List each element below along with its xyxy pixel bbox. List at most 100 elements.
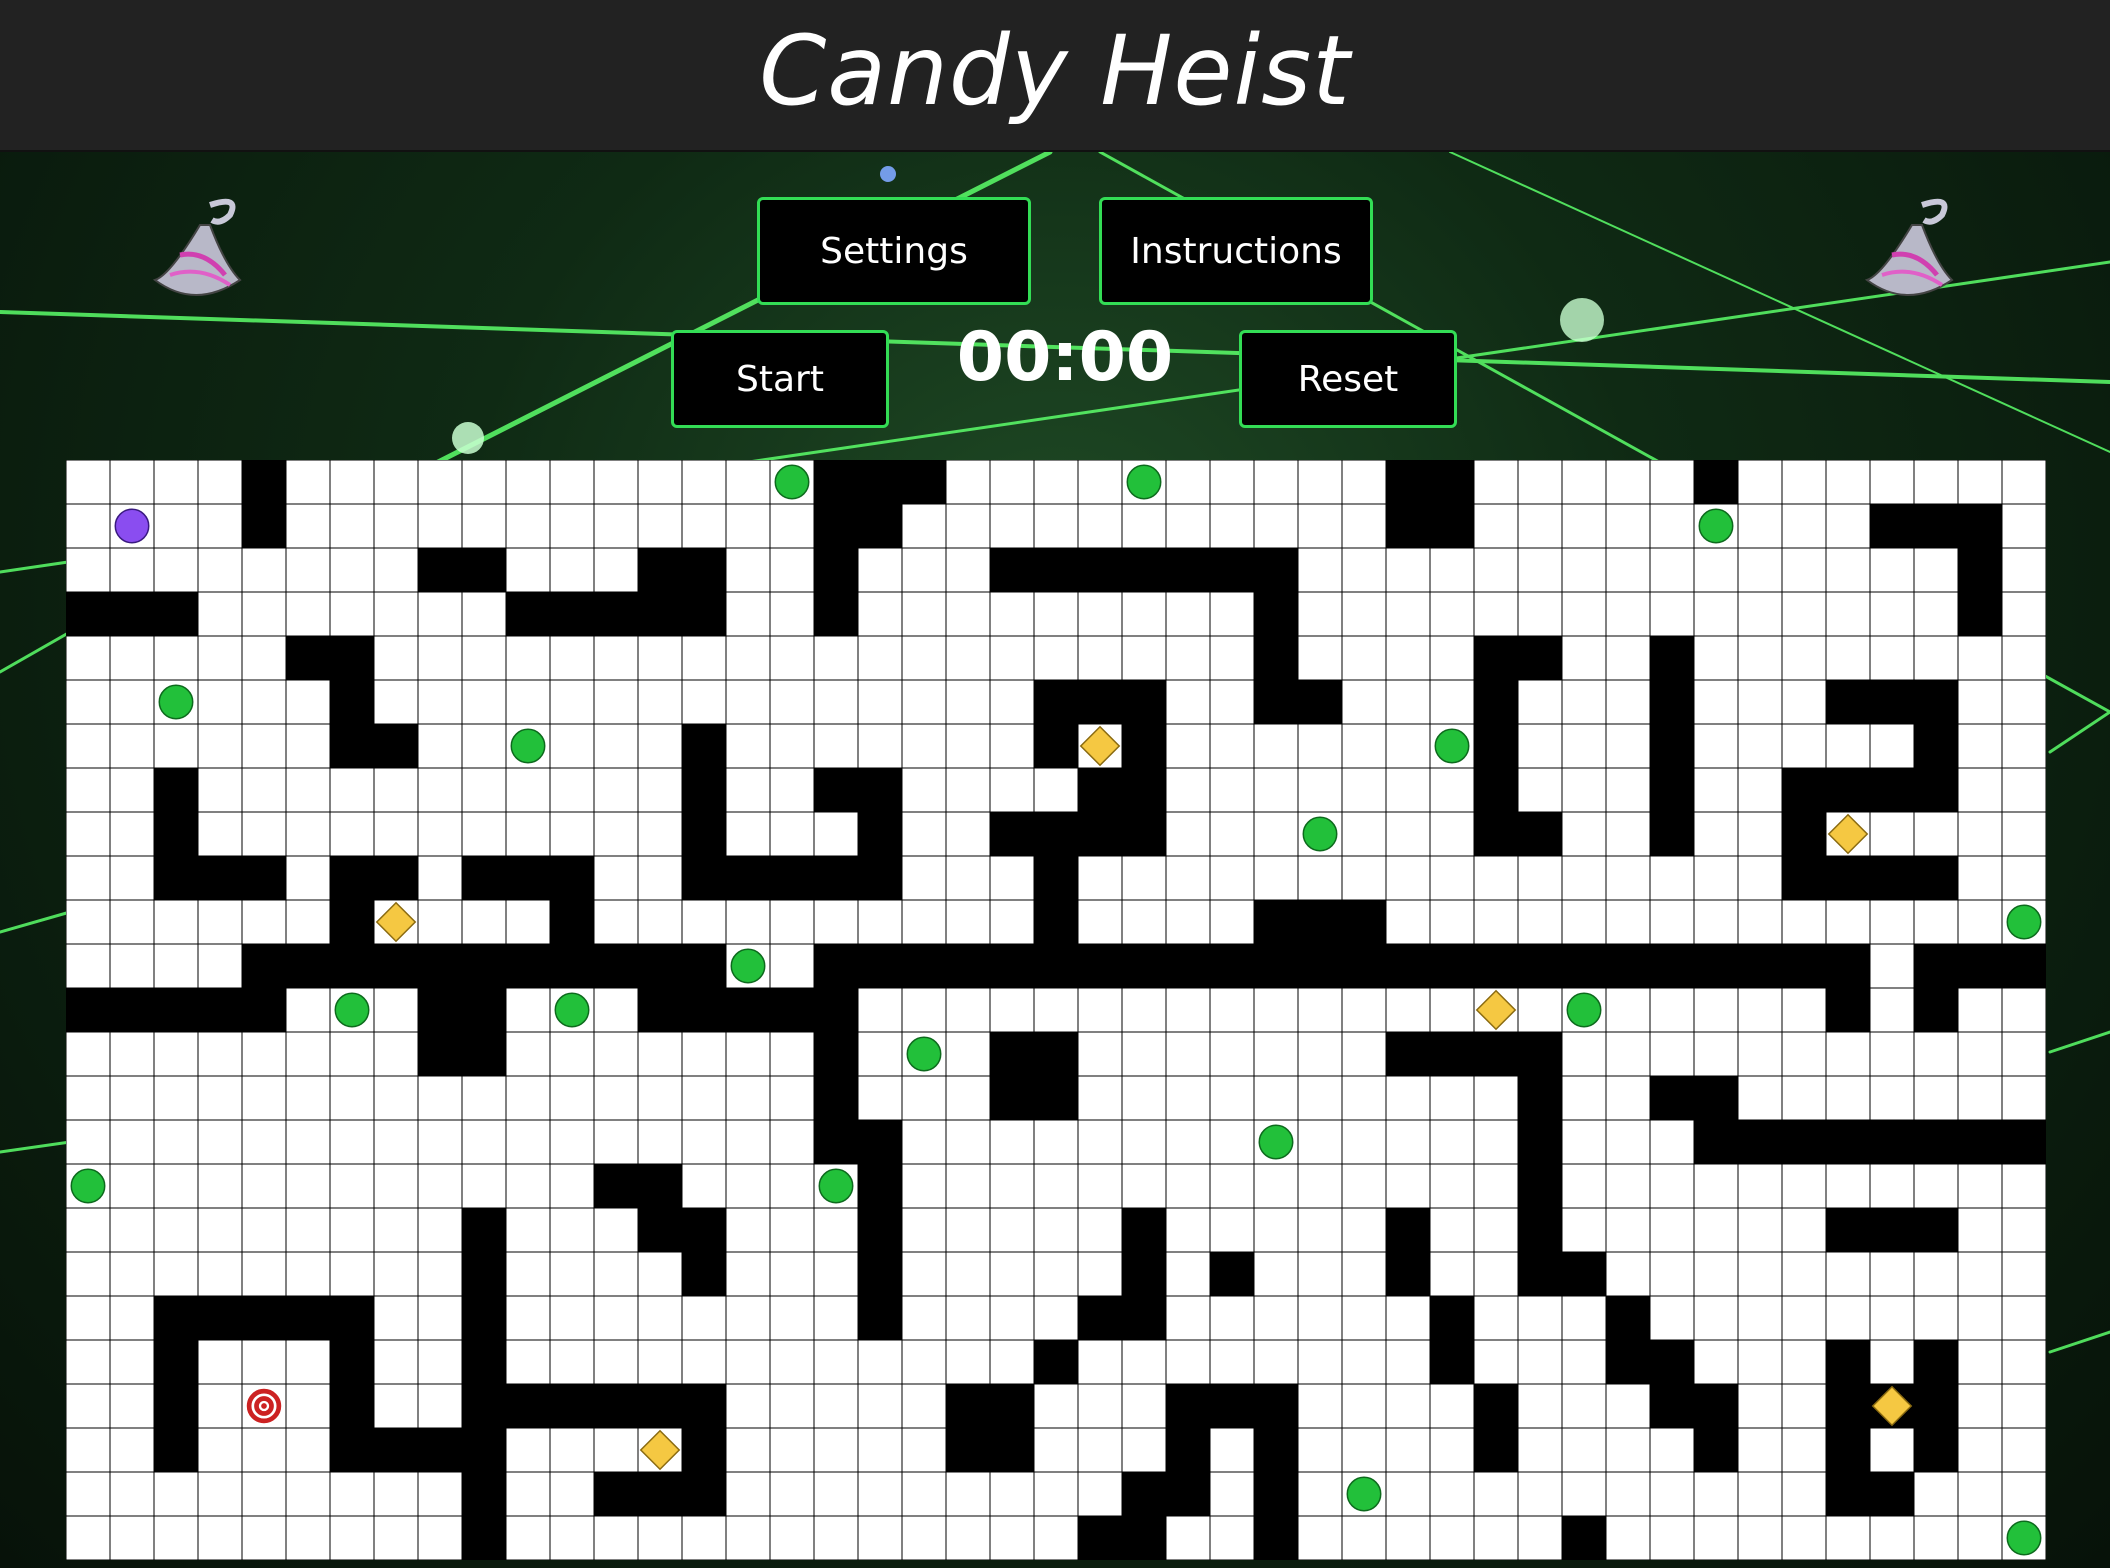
- maze-cell[interactable]: [197, 635, 243, 681]
- maze-cell[interactable]: [329, 1207, 375, 1253]
- maze-cell[interactable]: [989, 460, 1035, 505]
- maze-cell[interactable]: [1121, 635, 1167, 681]
- maze-cell[interactable]: [857, 591, 903, 637]
- maze-cell[interactable]: [1077, 1163, 1123, 1209]
- maze-cell[interactable]: [769, 899, 815, 945]
- maze-cell[interactable]: [1165, 1207, 1211, 1253]
- maze-cell[interactable]: [1385, 679, 1431, 725]
- maze-cell[interactable]: [66, 460, 111, 505]
- maze-cell[interactable]: [637, 1031, 683, 1077]
- maze-cell[interactable]: [1077, 1339, 1123, 1385]
- maze-cell[interactable]: [1253, 1031, 1299, 1077]
- maze-cell[interactable]: [1165, 1031, 1211, 1077]
- maze-cell[interactable]: [1869, 1339, 1915, 1385]
- maze-cell[interactable]: [1033, 1383, 1079, 1429]
- maze-cell[interactable]: [1297, 1251, 1343, 1297]
- start-button[interactable]: Start: [671, 330, 889, 428]
- maze-cell[interactable]: [989, 723, 1035, 769]
- maze-cell[interactable]: [1869, 547, 1915, 593]
- maze-cell[interactable]: [153, 1031, 199, 1077]
- maze-cell[interactable]: [1121, 899, 1167, 945]
- maze-cell[interactable]: [461, 767, 507, 813]
- maze-cell[interactable]: [725, 1163, 771, 1209]
- maze-cell[interactable]: [945, 1119, 991, 1165]
- maze-cell[interactable]: [1605, 547, 1651, 593]
- maze-cell[interactable]: [505, 503, 551, 549]
- maze-cell[interactable]: [549, 635, 595, 681]
- maze-cell[interactable]: [1737, 679, 1783, 725]
- maze-cell[interactable]: [1605, 899, 1651, 945]
- maze-cell[interactable]: [66, 1251, 111, 1297]
- maze-cell[interactable]: [505, 1427, 551, 1473]
- maze-cell[interactable]: [197, 723, 243, 769]
- maze-cell[interactable]: [1693, 1471, 1739, 1517]
- maze-cell[interactable]: [769, 1075, 815, 1121]
- maze-cell[interactable]: [1033, 1119, 1079, 1165]
- maze-cell[interactable]: [1341, 679, 1387, 725]
- maze-cell[interactable]: [1561, 1471, 1607, 1517]
- maze-cell[interactable]: [901, 1383, 947, 1429]
- maze-cell[interactable]: [1473, 1339, 1519, 1385]
- maze-cell[interactable]: [1517, 1471, 1563, 1517]
- maze-cell[interactable]: [857, 1427, 903, 1473]
- maze-cell[interactable]: [945, 1031, 991, 1077]
- maze-cell[interactable]: [1077, 1383, 1123, 1429]
- maze-cell[interactable]: [1517, 679, 1563, 725]
- maze-cell[interactable]: [505, 1163, 551, 1209]
- maze-cell[interactable]: [1825, 899, 1871, 945]
- maze-cell[interactable]: [1341, 1251, 1387, 1297]
- maze-cell[interactable]: [285, 1207, 331, 1253]
- maze-cell[interactable]: [373, 679, 419, 725]
- maze-cell[interactable]: [1869, 723, 1915, 769]
- maze-cell[interactable]: [813, 1471, 859, 1517]
- maze-cell[interactable]: [1341, 1383, 1387, 1429]
- maze-cell[interactable]: [681, 460, 727, 505]
- maze-cell[interactable]: [1429, 1515, 1475, 1560]
- maze-cell[interactable]: [1341, 460, 1387, 505]
- maze-cell[interactable]: [1033, 460, 1079, 505]
- maze-cell[interactable]: [241, 1427, 287, 1473]
- maze-cell[interactable]: [1781, 987, 1827, 1033]
- maze-cell[interactable]: [417, 460, 463, 505]
- maze-cell[interactable]: [1253, 811, 1299, 857]
- maze-cell[interactable]: [1473, 1251, 1519, 1297]
- maze-cell[interactable]: [1341, 1427, 1387, 1473]
- maze-cell[interactable]: [1033, 1427, 1079, 1473]
- maze-cell[interactable]: [1165, 1251, 1211, 1297]
- maze-cell[interactable]: [241, 1207, 287, 1253]
- maze-cell[interactable]: [241, 1471, 287, 1517]
- maze-cell[interactable]: [1605, 1207, 1651, 1253]
- maze-cell[interactable]: [1605, 1251, 1651, 1297]
- maze-cell[interactable]: [373, 1075, 419, 1121]
- maze-cell[interactable]: [1033, 635, 1079, 681]
- maze-cell[interactable]: [1737, 1383, 1783, 1429]
- maze-cell[interactable]: [197, 1119, 243, 1165]
- maze-cell[interactable]: [901, 1075, 947, 1121]
- maze-cell[interactable]: [1869, 1427, 1915, 1473]
- maze-cell[interactable]: [1957, 899, 2003, 945]
- maze-cell[interactable]: [1297, 1031, 1343, 1077]
- maze-cell[interactable]: [549, 811, 595, 857]
- maze-cell[interactable]: [241, 723, 287, 769]
- maze-cell[interactable]: [2001, 635, 2046, 681]
- maze-cell[interactable]: [1385, 855, 1431, 901]
- maze-cell[interactable]: [66, 1427, 111, 1473]
- maze-cell[interactable]: [373, 503, 419, 549]
- maze-cell[interactable]: [1737, 987, 1783, 1033]
- maze-cell[interactable]: [1165, 767, 1211, 813]
- maze-cell[interactable]: [813, 679, 859, 725]
- maze-cell[interactable]: [1781, 723, 1827, 769]
- maze-cell[interactable]: [769, 767, 815, 813]
- maze-cell[interactable]: [769, 1163, 815, 1209]
- maze-cell[interactable]: [637, 855, 683, 901]
- maze-cell[interactable]: [461, 635, 507, 681]
- maze-cell[interactable]: [1297, 591, 1343, 637]
- maze-cell[interactable]: [1297, 855, 1343, 901]
- maze-cell[interactable]: [1693, 679, 1739, 725]
- maze-cell[interactable]: [549, 1075, 595, 1121]
- maze-cell[interactable]: [1781, 547, 1827, 593]
- maze-cell[interactable]: [417, 635, 463, 681]
- maze-cell[interactable]: [857, 679, 903, 725]
- maze-cell[interactable]: [1869, 460, 1915, 505]
- maze-cell[interactable]: [1869, 1295, 1915, 1341]
